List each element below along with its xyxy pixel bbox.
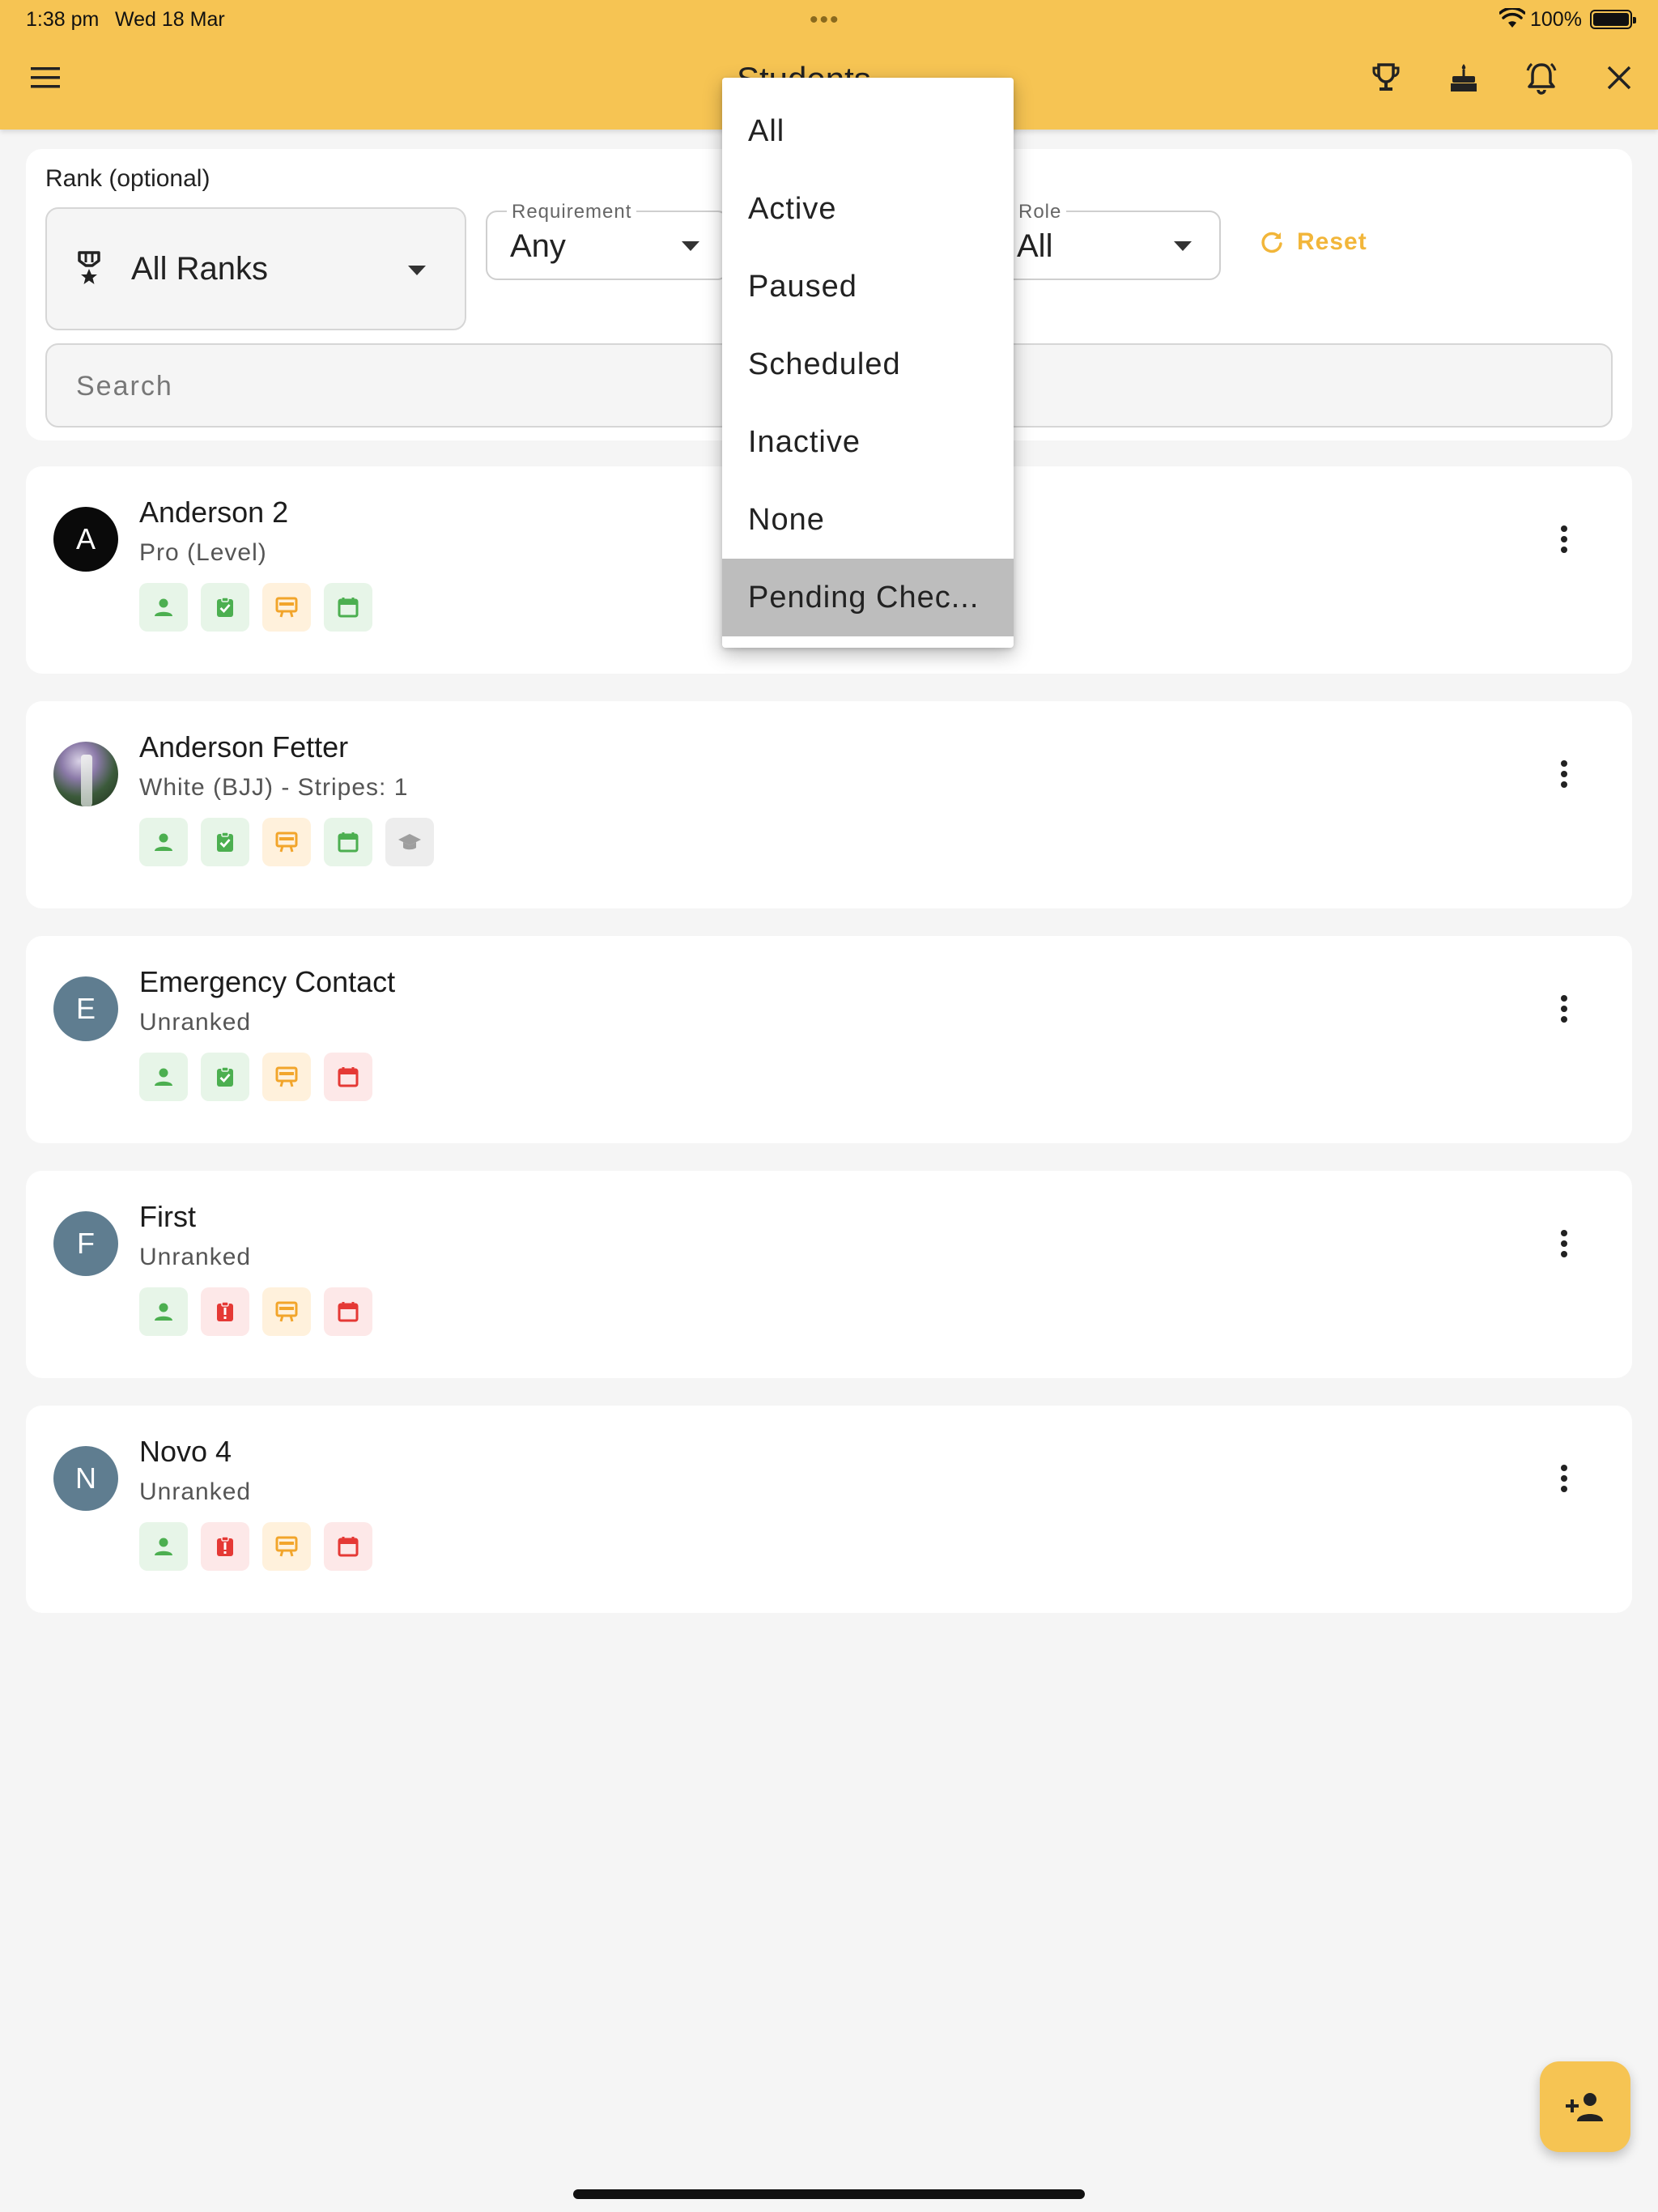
calendar-icon xyxy=(324,1053,372,1101)
presentation-board-icon xyxy=(262,818,311,866)
student-rank: Unranked xyxy=(139,1478,252,1505)
alert-clipboard-icon xyxy=(201,1287,249,1336)
student-name: Novo 4 xyxy=(139,1435,232,1468)
avatar xyxy=(53,742,118,806)
dropdown-option-active[interactable]: Active xyxy=(722,170,1014,248)
status-badges xyxy=(139,1053,372,1101)
dropdown-option-none[interactable]: None xyxy=(722,481,1014,559)
more-options-icon[interactable] xyxy=(1545,985,1584,1033)
wifi-icon xyxy=(1499,8,1525,28)
rank-select-value: All Ranks xyxy=(131,251,268,287)
cake-icon[interactable] xyxy=(1444,58,1483,97)
requirement-label: Requirement xyxy=(507,201,637,223)
reset-label: Reset xyxy=(1297,228,1367,255)
requirement-value: Any xyxy=(510,228,566,264)
status-badges xyxy=(139,818,434,866)
avatar: E xyxy=(53,976,118,1041)
status-time: 1:38 pm xyxy=(26,8,100,31)
reset-button[interactable]: Reset xyxy=(1260,228,1367,256)
avatar: F xyxy=(53,1211,118,1276)
add-student-button[interactable] xyxy=(1540,2061,1630,2152)
student-rank: Unranked xyxy=(139,1244,252,1270)
home-indicator[interactable] xyxy=(573,2189,1085,2199)
rank-label: Rank (optional) xyxy=(45,165,210,192)
chevron-down-icon xyxy=(682,241,699,251)
student-name: Anderson Fetter xyxy=(139,730,349,764)
dropdown-option-pending-check[interactable]: Pending Chec... xyxy=(722,559,1014,636)
role-value: All xyxy=(1017,228,1053,264)
calendar-icon xyxy=(324,1287,372,1336)
trophy-icon[interactable] xyxy=(1367,58,1405,97)
person-icon xyxy=(139,1522,188,1571)
refresh-icon xyxy=(1261,232,1282,253)
dropdown-option-inactive[interactable]: Inactive xyxy=(722,403,1014,481)
student-card[interactable]: E Emergency Contact Unranked xyxy=(26,936,1632,1143)
student-rank: Pro (Level) xyxy=(139,539,267,566)
person-icon xyxy=(139,818,188,866)
checked-clipboard-icon xyxy=(201,1053,249,1101)
person-icon xyxy=(139,1053,188,1101)
add-person-icon xyxy=(1566,2093,1603,2121)
student-card[interactable]: N Novo 4 Unranked xyxy=(26,1406,1632,1613)
graduation-cap-icon xyxy=(385,818,434,866)
presentation-board-icon xyxy=(262,1522,311,1571)
multitasking-dots[interactable]: ••• xyxy=(810,6,840,34)
person-icon xyxy=(139,583,188,632)
rank-select[interactable]: All Ranks xyxy=(45,207,466,330)
dropdown-option-all[interactable]: All xyxy=(722,92,1014,170)
requirement-select[interactable]: Requirement Any xyxy=(486,201,729,280)
medal-icon xyxy=(78,251,100,284)
student-name: First xyxy=(139,1200,196,1233)
dropdown-option-scheduled[interactable]: Scheduled xyxy=(722,325,1014,403)
status-dropdown-menu: All Active Paused Scheduled Inactive Non… xyxy=(722,78,1014,648)
student-rank: White (BJJ) - Stripes: 1 xyxy=(139,774,409,801)
checked-clipboard-icon xyxy=(201,583,249,632)
chevron-down-icon xyxy=(408,266,426,275)
status-badges xyxy=(139,1522,372,1571)
dropdown-option-paused[interactable]: Paused xyxy=(722,248,1014,325)
avatar: A xyxy=(53,507,118,572)
battery-percent: 100% xyxy=(1530,8,1582,31)
alarm-bell-icon[interactable] xyxy=(1522,58,1561,97)
status-date: Wed 18 Mar xyxy=(115,8,225,31)
more-options-icon[interactable] xyxy=(1545,1454,1584,1503)
more-options-icon[interactable] xyxy=(1545,750,1584,798)
calendar-icon xyxy=(324,583,372,632)
person-icon xyxy=(139,1287,188,1336)
more-options-icon[interactable] xyxy=(1545,1219,1584,1268)
chevron-down-icon xyxy=(1174,241,1192,251)
battery-icon xyxy=(1590,10,1636,29)
student-name: Anderson 2 xyxy=(139,496,289,529)
calendar-icon xyxy=(324,1522,372,1571)
role-select[interactable]: Role All xyxy=(993,201,1221,280)
menu-icon[interactable] xyxy=(26,58,65,97)
role-label: Role xyxy=(1014,201,1067,223)
presentation-board-icon xyxy=(262,583,311,632)
alert-clipboard-icon xyxy=(201,1522,249,1571)
checked-clipboard-icon xyxy=(201,818,249,866)
status-badges xyxy=(139,1287,372,1336)
student-card[interactable]: F First Unranked xyxy=(26,1171,1632,1378)
avatar: N xyxy=(53,1446,118,1511)
calendar-icon xyxy=(324,818,372,866)
student-card[interactable]: Anderson Fetter White (BJJ) - Stripes: 1 xyxy=(26,701,1632,908)
presentation-board-icon xyxy=(262,1053,311,1101)
student-rank: Unranked xyxy=(139,1009,252,1036)
presentation-board-icon xyxy=(262,1287,311,1336)
more-options-icon[interactable] xyxy=(1545,515,1584,564)
student-name: Emergency Contact xyxy=(139,965,396,998)
close-icon[interactable] xyxy=(1600,58,1639,97)
status-badges xyxy=(139,583,372,632)
